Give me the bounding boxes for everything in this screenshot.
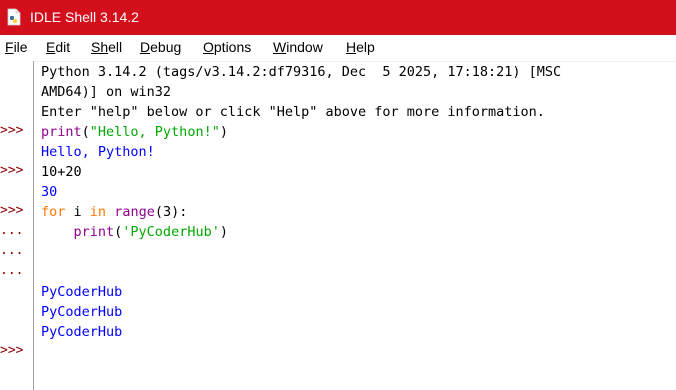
menu-bar: File Edit Shell Debug Options Window Hel… [0, 35, 676, 62]
menu-shell[interactable]: Shell [91, 39, 122, 55]
banner-line: Python 3.14.2 (tags/v3.14.2:df79316, Dec… [41, 64, 562, 80]
input-line: 10+20 [41, 164, 82, 180]
menu-file[interactable]: File [5, 39, 28, 55]
gutter-divider [33, 61, 34, 390]
output-line: Hello, Python! [41, 144, 155, 160]
input-line: for i in range(3): [41, 204, 188, 220]
prompt-continuation: ... [0, 263, 24, 278]
window-title: IDLE Shell 3.14.2 [30, 9, 139, 25]
output-line: PyCoderHub [41, 324, 123, 340]
menu-debug[interactable]: Debug [140, 39, 181, 55]
output-line: 30 [41, 184, 58, 200]
prompt-primary: >>> [0, 123, 24, 138]
title-bar: IDLE Shell 3.14.2 [0, 0, 676, 35]
prompt-continuation: ... [0, 243, 24, 258]
menu-window[interactable]: Window [273, 39, 323, 55]
shell-text-area[interactable]: Python 3.14.2 (tags/v3.14.2:df79316, Dec… [41, 61, 676, 390]
input-line: print("Hello, Python!") [41, 124, 228, 140]
input-line: print('PyCoderHub') [73, 224, 228, 240]
banner-line: Enter "help" below or click "Help" above… [41, 104, 545, 120]
prompt-continuation: ... [0, 223, 24, 238]
output-line: PyCoderHub [41, 284, 123, 300]
python-file-icon [7, 8, 21, 26]
prompt-primary: >>> [0, 343, 24, 358]
banner-line: AMD64)] on win32 [41, 84, 172, 100]
menu-edit[interactable]: Edit [46, 39, 70, 55]
menu-options[interactable]: Options [203, 39, 251, 55]
output-line: PyCoderHub [41, 304, 123, 320]
prompt-primary: >>> [0, 203, 24, 218]
menu-help[interactable]: Help [346, 39, 375, 55]
prompt-primary: >>> [0, 163, 24, 178]
